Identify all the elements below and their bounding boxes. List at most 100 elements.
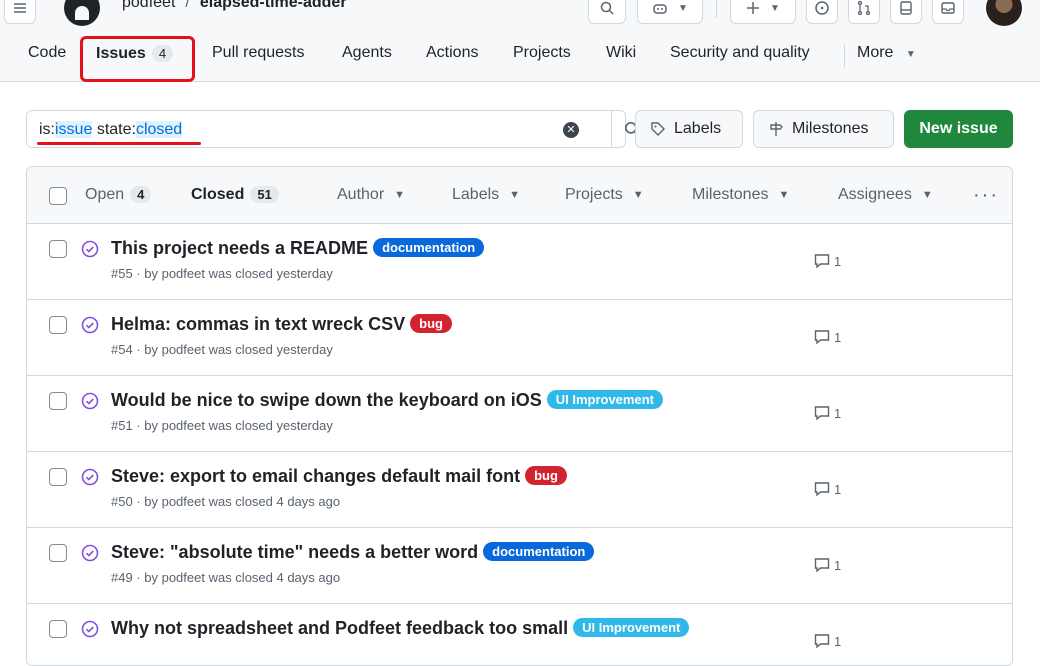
global-search-button[interactable]: [588, 0, 626, 24]
issue-label-badge[interactable]: UI Improvement: [573, 618, 690, 637]
comments-count-value: 1: [834, 633, 842, 649]
issue-title[interactable]: Steve: "absolute time" needs a better wo…: [111, 542, 478, 562]
milestone-icon: [770, 122, 783, 136]
comments-count[interactable]: 1: [813, 404, 841, 422]
tab-wiki[interactable]: Wiki: [606, 44, 636, 62]
milestones-button[interactable]: Milestones: [753, 110, 894, 148]
breadcrumb-owner[interactable]: podfeet: [122, 0, 175, 12]
milestones-button-label: Milestones: [792, 120, 869, 137]
inbox-icon: [941, 2, 955, 14]
tab-issues-highlight[interactable]: Issues 4: [80, 36, 195, 82]
select-all-checkbox[interactable]: [49, 187, 67, 205]
comments-count-value: 1: [834, 253, 842, 269]
labels-filter[interactable]: Labels ▼: [452, 186, 520, 204]
assignees-filter-label: Assignees: [838, 186, 912, 203]
comments-count[interactable]: 1: [813, 328, 841, 346]
global-header: podfeet / elapsed-time-adder ▼ ▼: [0, 0, 1040, 30]
issue-label-badge[interactable]: documentation: [483, 542, 595, 561]
header-divider: [716, 0, 717, 18]
more-options-icon[interactable]: ···: [973, 184, 999, 207]
comment-icon: [814, 406, 830, 421]
issue-row[interactable]: Would be nice to swipe down the keyboard…: [27, 376, 1012, 452]
comment-icon: [814, 330, 830, 345]
labels-button[interactable]: Labels: [635, 110, 743, 148]
issue-title-line: This project needs a README documentation: [111, 238, 485, 259]
issue-closed-icon: [81, 620, 99, 638]
tab-actions[interactable]: Actions: [426, 44, 478, 62]
github-logo-icon[interactable]: [64, 0, 100, 26]
issue-closed-icon: [81, 240, 99, 258]
comment-icon: [814, 482, 830, 497]
filter-query: is:issue state:closed: [39, 121, 183, 139]
issue-row[interactable]: Steve: export to email changes default m…: [27, 452, 1012, 528]
issue-meta: #54 · by podfeet was closed yesterday: [111, 342, 333, 357]
issue-label-badge[interactable]: documentation: [373, 238, 485, 257]
repo-icon: [900, 1, 912, 15]
labels-button-label: Labels: [674, 120, 722, 137]
notifications-button[interactable]: [932, 0, 964, 24]
clear-filter-icon[interactable]: ✕: [563, 122, 579, 138]
closed-issues-toggle[interactable]: Closed 51: [191, 186, 279, 204]
issue-title[interactable]: Why not spreadsheet and Podfeet feedback…: [111, 618, 568, 638]
comments-count[interactable]: 1: [813, 480, 841, 498]
issue-checkbox[interactable]: [49, 544, 67, 562]
hamburger-icon: [14, 3, 26, 13]
new-issue-button[interactable]: New issue: [904, 110, 1013, 148]
issue-row[interactable]: Why not spreadsheet and Podfeet feedback…: [27, 604, 1012, 665]
hamburger-menu-button[interactable]: [4, 0, 36, 24]
your-issues-button[interactable]: [806, 0, 838, 24]
create-new-button[interactable]: ▼: [730, 0, 796, 24]
tab-more[interactable]: More ▼: [857, 44, 916, 62]
issue-label-badge[interactable]: UI Improvement: [546, 390, 663, 409]
your-pull-requests-button[interactable]: [848, 0, 880, 24]
issue-row[interactable]: Steve: "absolute time" needs a better wo…: [27, 528, 1012, 604]
issue-title[interactable]: Steve: export to email changes default m…: [111, 466, 520, 486]
projects-filter[interactable]: Projects ▼: [565, 186, 644, 204]
chevron-down-icon: ▼: [678, 2, 688, 14]
tab-projects[interactable]: Projects: [513, 44, 571, 62]
tab-pull-requests[interactable]: Pull requests: [212, 44, 305, 62]
filter-highlight-underline: [37, 142, 201, 145]
chevron-down-icon: ▼: [905, 49, 916, 60]
author-filter[interactable]: Author ▼: [337, 186, 405, 204]
issue-closed-icon: [81, 392, 99, 410]
tab-code[interactable]: Code: [28, 44, 66, 62]
repositories-button[interactable]: [890, 0, 922, 24]
issue-row[interactable]: This project needs a README documentation…: [27, 224, 1012, 300]
issue-filter-input[interactable]: is:issue state:closed ✕: [26, 110, 640, 148]
issue-label-badge[interactable]: bug: [410, 314, 452, 333]
issue-checkbox[interactable]: [49, 392, 67, 410]
input-divider: [611, 111, 612, 147]
tab-agents[interactable]: Agents: [342, 44, 392, 62]
issue-label-badge[interactable]: bug: [525, 466, 567, 485]
comments-count[interactable]: 1: [813, 556, 841, 574]
closed-label: Closed: [191, 186, 245, 203]
issue-title[interactable]: Would be nice to swipe down the keyboard…: [111, 390, 542, 410]
tab-security-and-quality[interactable]: Security and quality: [670, 44, 810, 62]
more-label: More: [857, 44, 894, 61]
copilot-icon: [653, 4, 667, 14]
issue-checkbox[interactable]: [49, 316, 67, 334]
issue-meta: #51 · by podfeet was closed yesterday: [111, 418, 333, 433]
milestones-filter[interactable]: Milestones ▼: [692, 186, 789, 204]
copilot-button[interactable]: ▼: [637, 0, 703, 24]
comments-count-value: 1: [834, 557, 842, 573]
open-issues-toggle[interactable]: Open 4: [85, 186, 152, 204]
user-avatar[interactable]: [986, 0, 1022, 26]
open-label: Open: [85, 186, 125, 203]
issue-checkbox[interactable]: [49, 620, 67, 638]
comments-count[interactable]: 1: [813, 252, 841, 270]
issue-title-line: Why not spreadsheet and Podfeet feedback…: [111, 618, 690, 639]
issue-title-line: Helma: commas in text wreck CSV bug: [111, 314, 452, 335]
tab-issues[interactable]: Issues: [96, 45, 146, 62]
issue-row[interactable]: Helma: commas in text wreck CSV bug #54 · …: [27, 300, 1012, 376]
breadcrumb-repo[interactable]: elapsed-time-adder: [200, 0, 347, 12]
issue-title[interactable]: This project needs a README: [111, 238, 368, 258]
issue-title[interactable]: Helma: commas in text wreck CSV: [111, 314, 405, 334]
issue-checkbox[interactable]: [49, 240, 67, 258]
plus-icon: [747, 2, 760, 14]
assignees-filter[interactable]: Assignees ▼: [838, 186, 933, 204]
comments-count[interactable]: 1: [813, 632, 841, 650]
issue-checkbox[interactable]: [49, 468, 67, 486]
milestones-filter-label: Milestones: [692, 186, 769, 203]
